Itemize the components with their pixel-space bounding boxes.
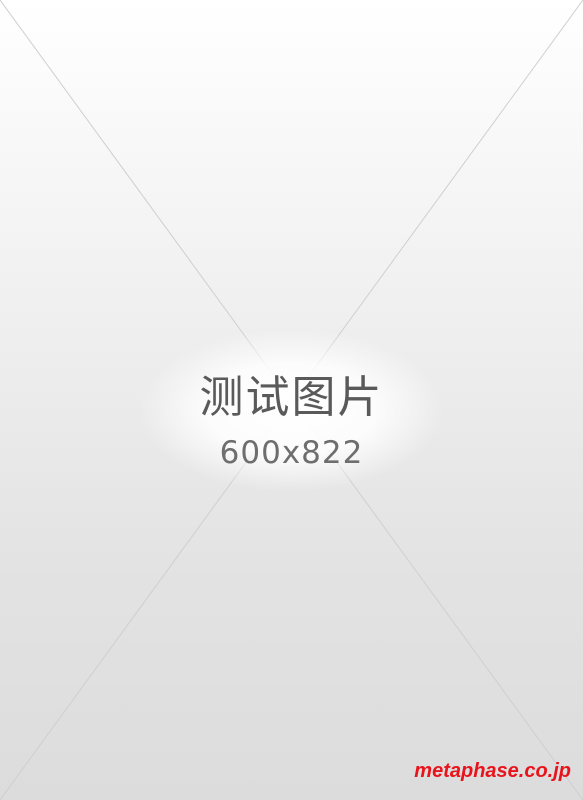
placeholder-dimensions: 600x822 (219, 435, 364, 471)
placeholder-image: 测试图片 600x822 metaphase.co.jp (0, 0, 583, 800)
placeholder-title: 测试图片 (199, 372, 384, 423)
watermark: metaphase.co.jp (414, 760, 571, 782)
